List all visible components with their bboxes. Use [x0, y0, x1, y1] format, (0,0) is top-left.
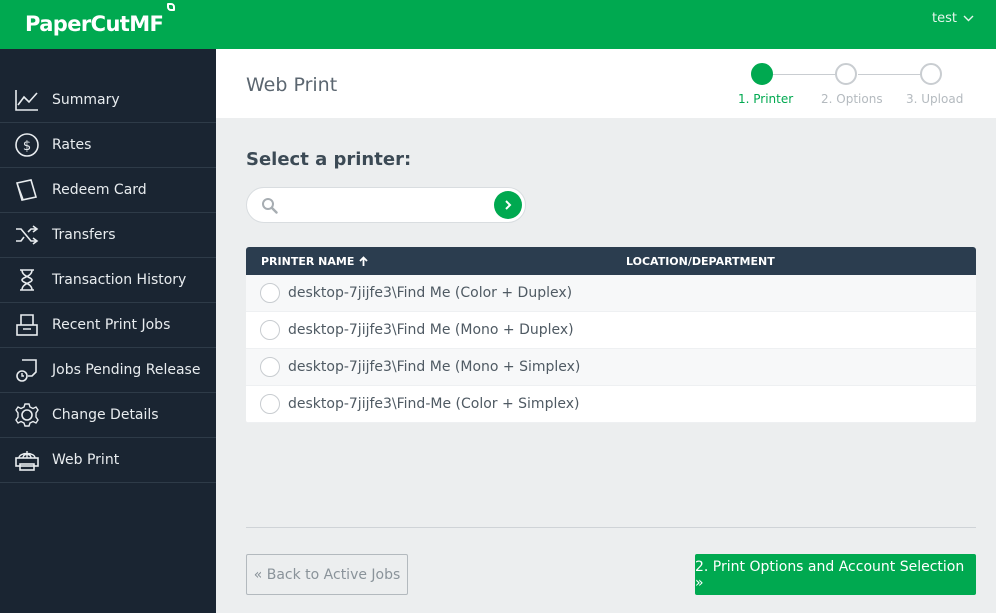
top-bar: PaperCutMF test: [0, 0, 996, 49]
table-row[interactable]: desktop-7jijfe3\Find-Me (Color + Simplex…: [246, 386, 976, 423]
table-row[interactable]: desktop-7jijfe3\Find Me (Mono + Duplex): [246, 312, 976, 349]
gear-icon: [15, 403, 39, 427]
step-2-indicator: [835, 63, 857, 85]
printer-name: desktop-7jijfe3\Find Me (Mono + Simplex): [288, 359, 581, 375]
sidebar-item-redeem-card[interactable]: Redeem Card: [0, 168, 216, 213]
table-row[interactable]: desktop-7jijfe3\Find Me (Color + Duplex): [246, 275, 976, 312]
search-icon: [262, 198, 278, 214]
printer-radio[interactable]: [260, 320, 280, 340]
sidebar-item-label: Rates: [52, 137, 92, 153]
sidebar-item-recent-print-jobs[interactable]: Recent Print Jobs: [0, 303, 216, 348]
svg-text:$: $: [23, 139, 31, 154]
column-header-location[interactable]: LOCATION/DEPARTMENT: [611, 255, 775, 268]
select-printer-heading: Select a printer:: [246, 149, 412, 170]
printer-radio[interactable]: [260, 283, 280, 303]
sidebar-item-transaction-history[interactable]: Transaction History: [0, 258, 216, 303]
page-header: Web Print 1. Printer 2. Options 3. Uploa…: [216, 49, 996, 118]
sidebar-item-label: Transaction History: [52, 272, 187, 288]
printer-name: desktop-7jijfe3\Find Me (Mono + Duplex): [288, 322, 574, 338]
print-options-button[interactable]: 2. Print Options and Account Selection »: [695, 554, 976, 595]
column-header-printer-name[interactable]: PRINTER NAME: [246, 255, 611, 268]
sidebar-item-web-print[interactable]: Web Print: [0, 438, 216, 483]
sidebar-item-label: Recent Print Jobs: [52, 317, 171, 333]
document-clock-icon: [16, 359, 37, 382]
printer-name: desktop-7jijfe3\Find-Me (Color + Simplex…: [288, 396, 580, 412]
page-title: Web Print: [246, 74, 338, 96]
chevron-down-icon: [963, 15, 974, 22]
sidebar-item-jobs-pending-release[interactable]: Jobs Pending Release: [0, 348, 216, 393]
shuffle-icon: [16, 225, 39, 245]
tray-icon: [16, 314, 38, 336]
sidebar-item-label: Transfers: [52, 227, 116, 243]
hourglass-icon: [20, 269, 34, 291]
sidebar-item-label: Summary: [52, 92, 120, 108]
sidebar-item-label: Change Details: [52, 407, 159, 423]
sidebar: Summary $ Rates Redeem Card Transfers Tr…: [0, 49, 216, 613]
printer-radio[interactable]: [260, 357, 280, 377]
sidebar-item-label: Jobs Pending Release: [52, 362, 201, 378]
user-menu[interactable]: test: [932, 11, 974, 26]
table-row[interactable]: desktop-7jijfe3\Find Me (Mono + Simplex): [246, 349, 976, 386]
search-go-button[interactable]: [494, 191, 522, 219]
up-arrow-icon: [359, 255, 368, 266]
search-input[interactable]: [285, 194, 485, 216]
card-icon: [15, 179, 38, 201]
table-body: desktop-7jijfe3\Find Me (Color + Duplex)…: [246, 275, 976, 423]
chevron-right-icon: [505, 200, 512, 210]
back-to-active-jobs-button[interactable]: « Back to Active Jobs: [246, 554, 408, 595]
column-label: PRINTER NAME: [261, 254, 355, 268]
divider: [246, 527, 976, 528]
username: test: [932, 11, 957, 26]
printer-search: [246, 187, 526, 223]
step-3-indicator: [920, 63, 942, 85]
sidebar-item-summary[interactable]: Summary: [0, 78, 216, 123]
sidebar-item-label: Redeem Card: [52, 182, 147, 198]
chart-icon: [15, 90, 38, 111]
printer-globe-icon: [15, 451, 39, 471]
printer-table: PRINTER NAME LOCATION/DEPARTMENT desktop…: [246, 247, 976, 423]
printer-name: desktop-7jijfe3\Find Me (Color + Duplex): [288, 285, 573, 301]
step-1-indicator: [751, 63, 773, 85]
step-3-label: 3. Upload: [906, 92, 964, 106]
step-2-label: 2. Options: [821, 92, 883, 106]
table-header: PRINTER NAME LOCATION/DEPARTMENT: [246, 247, 976, 275]
sidebar-item-change-details[interactable]: Change Details: [0, 393, 216, 438]
papercut-logo: PaperCutMF: [25, 12, 164, 36]
step-1-label: 1. Printer: [738, 92, 794, 106]
sidebar-item-rates[interactable]: $ Rates: [0, 123, 216, 168]
step-connector: [763, 74, 836, 75]
printer-radio[interactable]: [260, 394, 280, 414]
logo-leaf-icon: [167, 3, 175, 11]
progress-steps: 1. Printer 2. Options 3. Upload: [738, 63, 964, 108]
sidebar-item-label: Web Print: [52, 452, 120, 468]
sidebar-item-transfers[interactable]: Transfers: [0, 213, 216, 258]
dollar-icon: $: [15, 133, 39, 157]
